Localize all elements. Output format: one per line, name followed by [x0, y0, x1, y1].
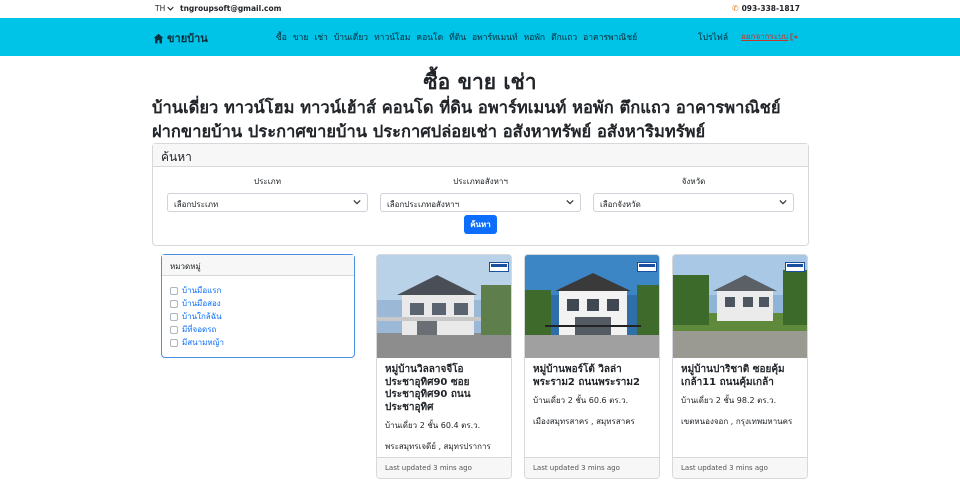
listing-photo[interactable]: [377, 255, 511, 358]
province-field: จังหวัด เลือกจังหวัด: [593, 175, 794, 212]
category-list: บ้านมือแรก บ้านมือสอง บ้านใกล้ฉัน มีที่จ…: [162, 276, 354, 349]
listing-title[interactable]: หมู่บ้านวิลลาจจีโอ ประชาอุทิศ90 ซอยประชา…: [385, 364, 503, 414]
hero-subtitle-2: ฝากขายบ้าน ประกาศขายบ้าน ประกาศปล่อยเช่า…: [152, 122, 706, 141]
listing-card[interactable]: หมู่บ้านพอร์โต้ วิลล่า พระราม2 ถนนพระราม…: [524, 254, 660, 479]
listing-location: เขตหนองจอก , กรุงเทพมหานคร: [681, 417, 793, 426]
nav-link-profile[interactable]: โปรไฟล์: [698, 30, 728, 44]
nav-link-sell[interactable]: ขาย: [293, 30, 309, 44]
search-panel: ค้นหา ประเภท เลือกประเภท ประเภทอสังหาฯ เ…: [152, 143, 809, 246]
nav-link-townhome[interactable]: ทาวน์โฮม: [374, 30, 410, 44]
category-heading: หมวดหมู่: [162, 255, 354, 276]
nav-links: ซื้อ ขาย เช่า บ้านเดี่ยว ทาวน์โฮม คอนโด …: [276, 30, 643, 44]
listing-spec: บ้านเดี่ยว 2 ชั้น 60.6 ตร.ว.: [533, 396, 629, 405]
listing-updated: Last updated 3 mins ago: [673, 457, 807, 478]
phone-icon: ✆: [731, 4, 739, 13]
language-selector[interactable]: TH: [155, 4, 174, 13]
type-field: ประเภท เลือกประเภท: [167, 175, 368, 212]
property-type-select[interactable]: เลือกประเภทอสังหาฯ: [380, 193, 581, 212]
listing-spec: บ้านเดี่ยว 2 ชั้น 60.4 ตร.ว.: [385, 421, 481, 430]
brand-name: ขายบ้าน: [167, 32, 208, 45]
category-label: บ้านมือแรก: [182, 286, 222, 295]
checkbox[interactable]: [170, 299, 178, 308]
chevron-down-icon: [167, 6, 174, 11]
contact-email[interactable]: tngroupsoft@gmail.com: [180, 4, 281, 13]
nav-link-house[interactable]: บ้านเดี่ยว: [334, 30, 368, 44]
listing-updated: Last updated 3 mins ago: [377, 457, 511, 478]
nav-link-buy[interactable]: ซื้อ: [276, 30, 287, 44]
listing-title[interactable]: หมู่บ้านพอร์โต้ วิลล่า พระราม2 ถนนพระราม…: [533, 364, 651, 389]
phone-number: 093-338-1817: [741, 4, 800, 13]
province-select-value: เลือกจังหวัด: [600, 200, 641, 209]
type-select-value: เลือกประเภท: [174, 200, 219, 209]
category-panel: หมวดหมู่ บ้านมือแรก บ้านมือสอง บ้านใกล้ฉ…: [161, 254, 355, 358]
type-select[interactable]: เลือกประเภท: [167, 193, 368, 212]
logout-icon: [790, 33, 798, 40]
nav-link-land[interactable]: ที่ดิน: [449, 30, 466, 44]
listing-card[interactable]: หมู่บ้านวิลลาจจีโอ ประชาอุทิศ90 ซอยประชา…: [376, 254, 512, 479]
hero-subtitle-1: บ้านเดี่ยว ทาวน์โฮม ทาวน์เฮ้าส์ คอนโด ที…: [152, 98, 781, 117]
nav-link-commercial[interactable]: อาคารพาณิชย์: [583, 30, 637, 44]
nav-link-shophouse[interactable]: ตึกแถว: [551, 30, 577, 44]
listing-card[interactable]: หมู่บ้านปาริชาติ ซอยคุ้มเกล้า11 ถนนคุ้มเ…: [672, 254, 808, 479]
language-label: TH: [155, 4, 166, 13]
category-label: บ้านใกล้ฉัน: [182, 312, 222, 321]
search-heading: ค้นหา: [153, 144, 808, 167]
property-type-label: ประเภทอสังหาฯ: [453, 177, 508, 186]
checkbox[interactable]: [170, 325, 178, 334]
checkbox[interactable]: [170, 286, 178, 295]
contact-phone[interactable]: ✆ 093-338-1817: [732, 4, 800, 13]
category-item-near-me[interactable]: บ้านใกล้ฉัน: [170, 310, 346, 323]
category-label: มีที่จอดรถ: [182, 325, 217, 334]
listing-photo[interactable]: [525, 255, 659, 358]
agency-logo-icon: [785, 262, 805, 272]
home-icon: [153, 33, 164, 43]
top-utility-bar: TH tngroupsoft@gmail.com ✆ 093-338-1817: [0, 0, 960, 18]
main-navbar: ขายบ้าน ซื้อ ขาย เช่า บ้านเดี่ยว ทาวน์โฮ…: [0, 18, 960, 56]
type-label: ประเภท: [254, 177, 281, 186]
category-label: บ้านมือสอง: [182, 299, 221, 308]
chevron-down-icon: [779, 199, 787, 205]
province-label: จังหวัด: [681, 177, 706, 186]
brand-link[interactable]: ขายบ้าน: [153, 29, 208, 47]
chevron-down-icon: [353, 199, 361, 205]
category-item-lawn[interactable]: มีสนามหญ้า: [170, 336, 346, 349]
listing-spec: บ้านเดี่ยว 2 ชั้น 98.2 ตร.ว.: [681, 396, 777, 405]
agency-logo-icon: [489, 262, 509, 272]
listing-updated: Last updated 3 mins ago: [525, 457, 659, 478]
checkbox[interactable]: [170, 312, 178, 321]
property-type-select-value: เลือกประเภทอสังหาฯ: [387, 200, 460, 209]
province-select[interactable]: เลือกจังหวัด: [593, 193, 794, 212]
category-item-second-hand[interactable]: บ้านมือสอง: [170, 297, 346, 310]
category-label: มีสนามหญ้า: [182, 338, 224, 347]
chevron-down-icon: [566, 199, 574, 205]
category-item-parking[interactable]: มีที่จอดรถ: [170, 323, 346, 336]
property-type-field: ประเภทอสังหาฯ เลือกประเภทอสังหาฯ: [380, 175, 581, 212]
listing-photo[interactable]: [673, 255, 807, 358]
logout-link[interactable]: ออกจากระบบ: [741, 30, 798, 43]
nav-link-dormitory[interactable]: หอพัก: [524, 30, 545, 44]
nav-link-condo[interactable]: คอนโด: [416, 30, 443, 44]
listing-location: พระสมุทรเจดีย์ , สมุทรปราการ: [385, 442, 491, 451]
listing-location: เมืองสมุทรสาคร , สมุทรสาคร: [533, 417, 635, 426]
agency-logo-icon: [637, 262, 657, 272]
category-item-first-hand[interactable]: บ้านมือแรก: [170, 284, 346, 297]
checkbox[interactable]: [170, 338, 178, 347]
nav-link-apartment[interactable]: อพาร์ทเมนท์: [472, 30, 518, 44]
search-button[interactable]: ค้นหา: [464, 215, 497, 234]
nav-link-rent[interactable]: เช่า: [314, 30, 327, 44]
logout-label: ออกจากระบบ: [741, 32, 789, 41]
listing-title[interactable]: หมู่บ้านปาริชาติ ซอยคุ้มเกล้า11 ถนนคุ้มเ…: [681, 364, 799, 389]
